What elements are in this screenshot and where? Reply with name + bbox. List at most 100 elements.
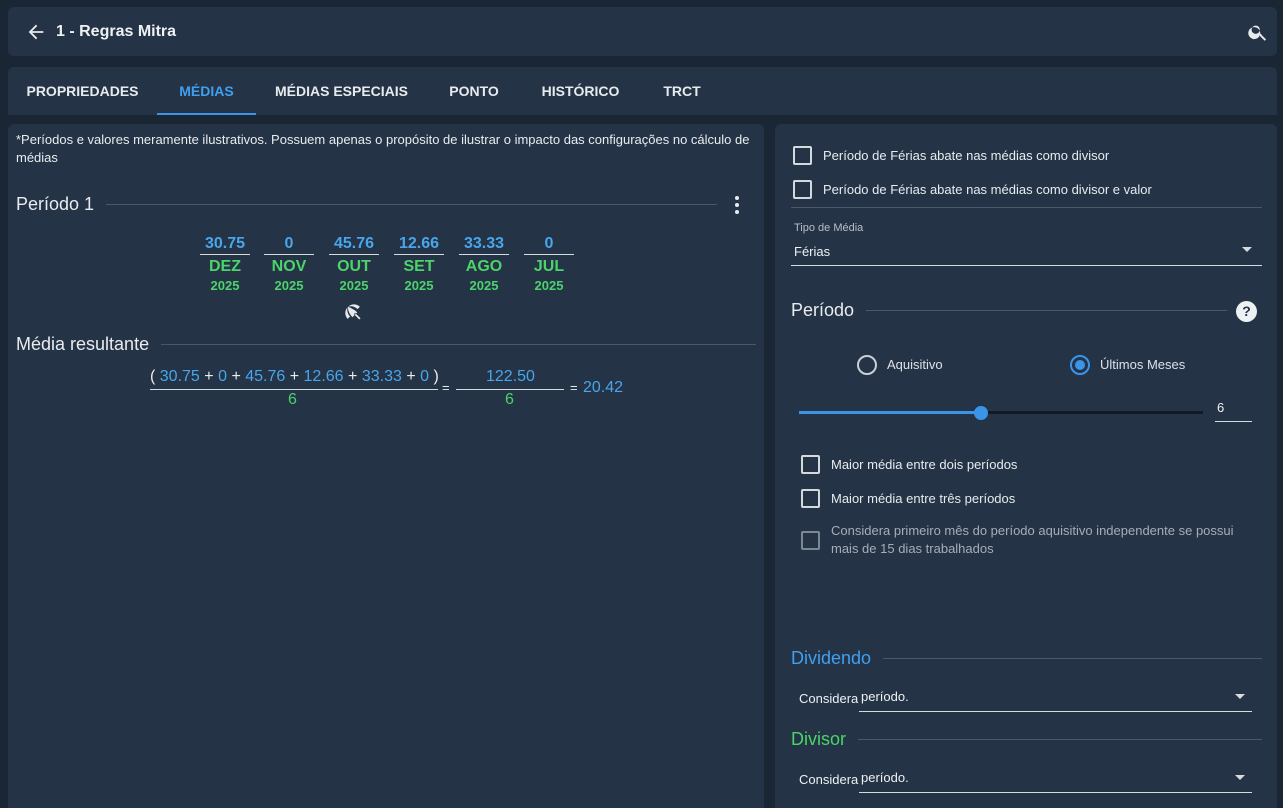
months-input-underline — [1215, 421, 1252, 422]
month-column: 0 NOV 2025 — [264, 233, 314, 295]
checkbox-maior-dois[interactable]: Maior média entre dois períodos — [801, 455, 1017, 474]
dropdown-arrow-icon[interactable] — [1235, 775, 1245, 780]
dropdown-arrow-icon[interactable] — [1242, 247, 1252, 252]
dividendo-prefix: Considera — [799, 691, 859, 706]
month-name: AGO — [465, 258, 503, 275]
divisor-header: Divisor — [791, 729, 1262, 750]
month-year: 2025 — [210, 278, 240, 293]
formula-equals: = — [570, 380, 578, 395]
formula-term: 0 — [218, 368, 227, 385]
month-column: 33.33 AGO 2025 — [459, 233, 509, 295]
divisor-divider — [858, 739, 1262, 740]
formula-term: 30.75 — [159, 368, 200, 385]
dividendo-divider — [883, 658, 1262, 659]
radio-ultimos-meses[interactable] — [1070, 355, 1090, 375]
checkbox-ferias-divisor[interactable]: Período de Férias abate nas médias como … — [793, 146, 1109, 165]
month-name: DEZ — [209, 258, 241, 275]
tab-medias-especiais[interactable]: MÉDIAS ESPECIAIS — [256, 67, 427, 115]
month-value: 33.33 — [459, 233, 509, 255]
checkbox-label: Maior média entre três períodos — [831, 490, 1016, 506]
month-name: NOV — [271, 258, 307, 275]
formula-open-paren: ( — [150, 368, 156, 385]
tipo-media-underline — [791, 265, 1262, 266]
tipo-media-select[interactable]: Férias — [794, 244, 830, 259]
formula-close-paren: ) — [433, 368, 439, 385]
formula-term: 33.33 — [361, 368, 402, 385]
dividendo-header: Dividendo — [791, 648, 1262, 669]
month-value: 0 — [264, 233, 314, 255]
formula-plus: + — [289, 368, 300, 385]
month-value: 0 — [524, 233, 574, 255]
periodo-header: Período — [791, 300, 1227, 321]
formula-plus: + — [406, 368, 416, 385]
back-arrow-icon[interactable] — [25, 21, 47, 43]
month-column: 12.66 SET 2025 — [394, 233, 444, 295]
result-divider — [161, 344, 756, 345]
month-column: 0 JUL 2025 — [524, 233, 574, 295]
months-input[interactable]: 6 — [1217, 400, 1224, 415]
checkbox[interactable] — [793, 146, 812, 165]
month-column: 30.75 DEZ 2025 — [200, 233, 250, 295]
period-divider — [106, 204, 717, 205]
tab-historico[interactable]: HISTÓRICO — [521, 67, 640, 115]
checkbox-label: Considera primeiro mês do período aquisi… — [831, 523, 1234, 556]
formula-plus: + — [204, 368, 214, 385]
slider-fill — [799, 411, 981, 414]
formula-term: 12.66 — [303, 368, 344, 385]
help-icon[interactable]: ? — [1236, 301, 1257, 322]
tab-medias[interactable]: MÉDIAS — [157, 67, 256, 115]
divisor-select[interactable]: período. — [861, 770, 909, 785]
formula-term: 0 — [420, 368, 430, 385]
month-year: 2025 — [274, 278, 304, 293]
search-icon[interactable] — [1247, 21, 1269, 43]
month-value: 12.66 — [394, 233, 444, 255]
dividendo-title: Dividendo — [791, 648, 872, 668]
radio-aquisitivo[interactable] — [857, 355, 877, 375]
divisor-prefix: Considera — [799, 772, 859, 787]
more-vert-icon[interactable] — [733, 196, 741, 214]
month-name: SET — [403, 258, 435, 275]
formula-term: 45.76 — [245, 368, 286, 385]
month-year: 2025 — [404, 278, 434, 293]
result-title: Média resultante — [16, 334, 150, 354]
checkbox[interactable] — [801, 455, 820, 474]
checkbox-ferias-divisor-valor[interactable]: Período de Férias abate nas médias como … — [793, 180, 1152, 199]
checkbox-considera-primeiro[interactable]: Considera primeiro mês do período aquisi… — [801, 522, 1241, 558]
radio-aquisitivo-label: Aquisitivo — [887, 357, 943, 372]
checkbox[interactable] — [793, 180, 812, 199]
formula-plus: + — [231, 368, 241, 385]
month-year: 2025 — [339, 278, 369, 293]
formula-sum: 122.50 — [486, 368, 535, 385]
month-year: 2025 — [534, 278, 564, 293]
dividendo-select[interactable]: período. — [861, 689, 909, 704]
divisor-title: Divisor — [791, 729, 847, 749]
periodo-title: Período — [791, 300, 855, 320]
page-title: 1 - Regras Mitra — [56, 23, 177, 40]
divisor-underline — [859, 792, 1252, 793]
radio-ultimos-meses-label: Últimos Meses — [1100, 357, 1186, 372]
checkbox-label: Período de Férias abate nas médias como … — [823, 147, 1110, 163]
tab-trct[interactable]: TRCT — [640, 67, 724, 115]
checkbox[interactable] — [801, 530, 820, 550]
result-header: Média resultante — [16, 334, 756, 355]
medias-preview-panel: *Períodos e valores meramente ilustrativ… — [8, 124, 764, 808]
tab-propriedades[interactable]: PROPRIEDADES — [8, 67, 157, 115]
month-name: OUT — [337, 258, 371, 275]
checkbox-label: Maior média entre dois períodos — [831, 456, 1018, 472]
formula-plus: + — [348, 368, 358, 385]
slider-thumb[interactable] — [974, 406, 988, 420]
formula-sum-denominator: 6 — [505, 391, 514, 408]
tipo-media-label: Tipo de Média — [794, 222, 864, 234]
settings-panel: Período de Férias abate nas médias como … — [775, 124, 1277, 808]
checkbox[interactable] — [801, 489, 820, 508]
period-header: Período 1 — [16, 194, 717, 215]
month-column: 45.76 OUT 2025 — [329, 233, 379, 295]
checkbox-maior-tres[interactable]: Maior média entre três períodos — [801, 489, 1015, 508]
formula-equals: = — [442, 380, 450, 395]
divider — [791, 207, 1262, 208]
month-name: JUL — [533, 258, 565, 275]
tab-ponto[interactable]: PONTO — [427, 67, 521, 115]
periodo-divider — [866, 310, 1227, 311]
formula-numerator: ( 30.75 + 0 + 45.76 + 12.66 + 33.33 + 0 … — [150, 368, 439, 386]
dropdown-arrow-icon[interactable] — [1235, 694, 1245, 699]
